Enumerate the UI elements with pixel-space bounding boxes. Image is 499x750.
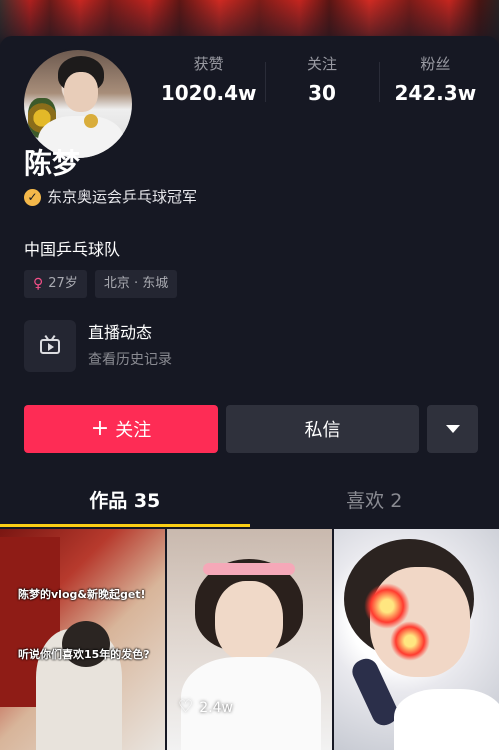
video-grid: 陈梦的vlog&新晚起get! 听说你们喜欢15年的发色? <box>0 529 499 750</box>
profile-page: 获赞 1020.4w 关注 30 粉丝 242.3w 陈梦 ✓ 东京奥运会乒乓球… <box>0 0 499 750</box>
profile-content: 获赞 1020.4w 关注 30 粉丝 242.3w 陈梦 ✓ 东京奥运会乒乓球… <box>0 36 499 750</box>
avatar-medal <box>84 114 98 128</box>
profile-bio: 中国乒乓球队 <box>24 240 121 259</box>
likes-text: 2.4w <box>199 699 233 716</box>
plus-icon: + <box>90 416 110 441</box>
thumb-face <box>215 581 283 661</box>
location-tag: 北京 · 东城 <box>94 270 178 298</box>
follow-button[interactable]: + 关注 <box>24 405 218 453</box>
message-button[interactable]: 私信 <box>226 405 419 453</box>
thumb-headband <box>203 563 295 575</box>
content-tabs: 作品 35 喜欢 2 <box>0 476 499 526</box>
video-caption-top: 陈梦的vlog&新晚起get! <box>18 588 146 601</box>
stat-followers[interactable]: 粉丝 242.3w <box>378 52 492 108</box>
female-icon: ♀ <box>33 276 44 292</box>
stat-likes-value: 1020.4w <box>160 81 257 105</box>
verification-row[interactable]: ✓ 东京奥运会乒乓球冠军 <box>24 186 197 208</box>
live-title: 直播动态 <box>88 323 153 342</box>
heart-icon: ♡ <box>178 697 194 717</box>
stat-followers-value: 242.3w <box>394 81 477 105</box>
stat-likes-label: 获赞 <box>193 55 224 73</box>
profile-name: 陈梦 <box>24 147 81 180</box>
stat-following-value: 30 <box>308 81 336 105</box>
stat-likes[interactable]: 获赞 1020.4w <box>152 52 265 108</box>
stat-following[interactable]: 关注 30 <box>265 52 378 108</box>
follow-label: 关注 <box>115 420 152 441</box>
stat-following-label: 关注 <box>306 55 337 73</box>
live-history-card[interactable]: 直播动态 查看历史记录 <box>24 320 172 372</box>
avatar-face <box>64 72 98 112</box>
message-label: 私信 <box>304 420 341 441</box>
age-text: 27岁 <box>48 276 78 291</box>
thumb-glow <box>390 621 430 661</box>
profile-tags: ♀ 27岁 北京 · 东城 <box>24 270 185 298</box>
verified-icon: ✓ <box>24 188 41 206</box>
video-likes-count: ♡ 2.4w <box>178 699 233 716</box>
age-tag: ♀ 27岁 <box>24 270 87 298</box>
dropdown-caret-icon <box>445 425 460 433</box>
live-subtitle: 查看历史记录 <box>88 352 172 368</box>
live-tv-icon <box>40 338 60 354</box>
video-thumbnail-3[interactable] <box>334 529 499 750</box>
tab-works[interactable]: 作品 35 <box>0 476 250 526</box>
location-text: 北京 · 东城 <box>103 276 169 291</box>
video-caption-bottom: 听说你们喜欢15年的发色? <box>18 648 150 661</box>
tab-indicator <box>0 524 250 527</box>
more-dropdown-button[interactable] <box>427 405 478 453</box>
live-text: 直播动态 查看历史记录 <box>88 321 172 371</box>
verification-text: 东京奥运会乒乓球冠军 <box>47 188 198 206</box>
thumb-body <box>394 689 499 750</box>
video-thumbnail-1[interactable]: 陈梦的vlog&新晚起get! 听说你们喜欢15年的发色? <box>0 529 165 750</box>
stats-bar: 获赞 1020.4w 关注 30 粉丝 242.3w <box>152 52 492 108</box>
tab-liked[interactable]: 喜欢 2 <box>250 476 499 526</box>
stat-followers-label: 粉丝 <box>420 55 451 73</box>
live-icon-box <box>24 320 76 372</box>
